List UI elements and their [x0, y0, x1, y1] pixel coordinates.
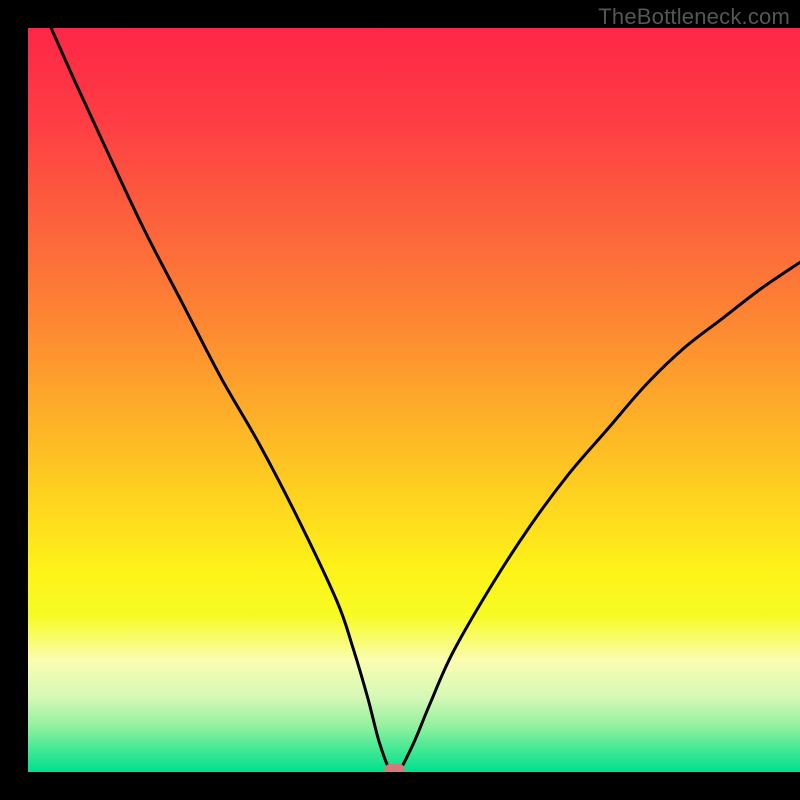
frame-left [0, 0, 28, 800]
chart-svg [0, 0, 800, 800]
bottleneck-chart: TheBottleneck.com [0, 0, 800, 800]
watermark-text: TheBottleneck.com [598, 4, 790, 30]
frame-bottom [0, 772, 800, 800]
plot-background [28, 28, 800, 772]
